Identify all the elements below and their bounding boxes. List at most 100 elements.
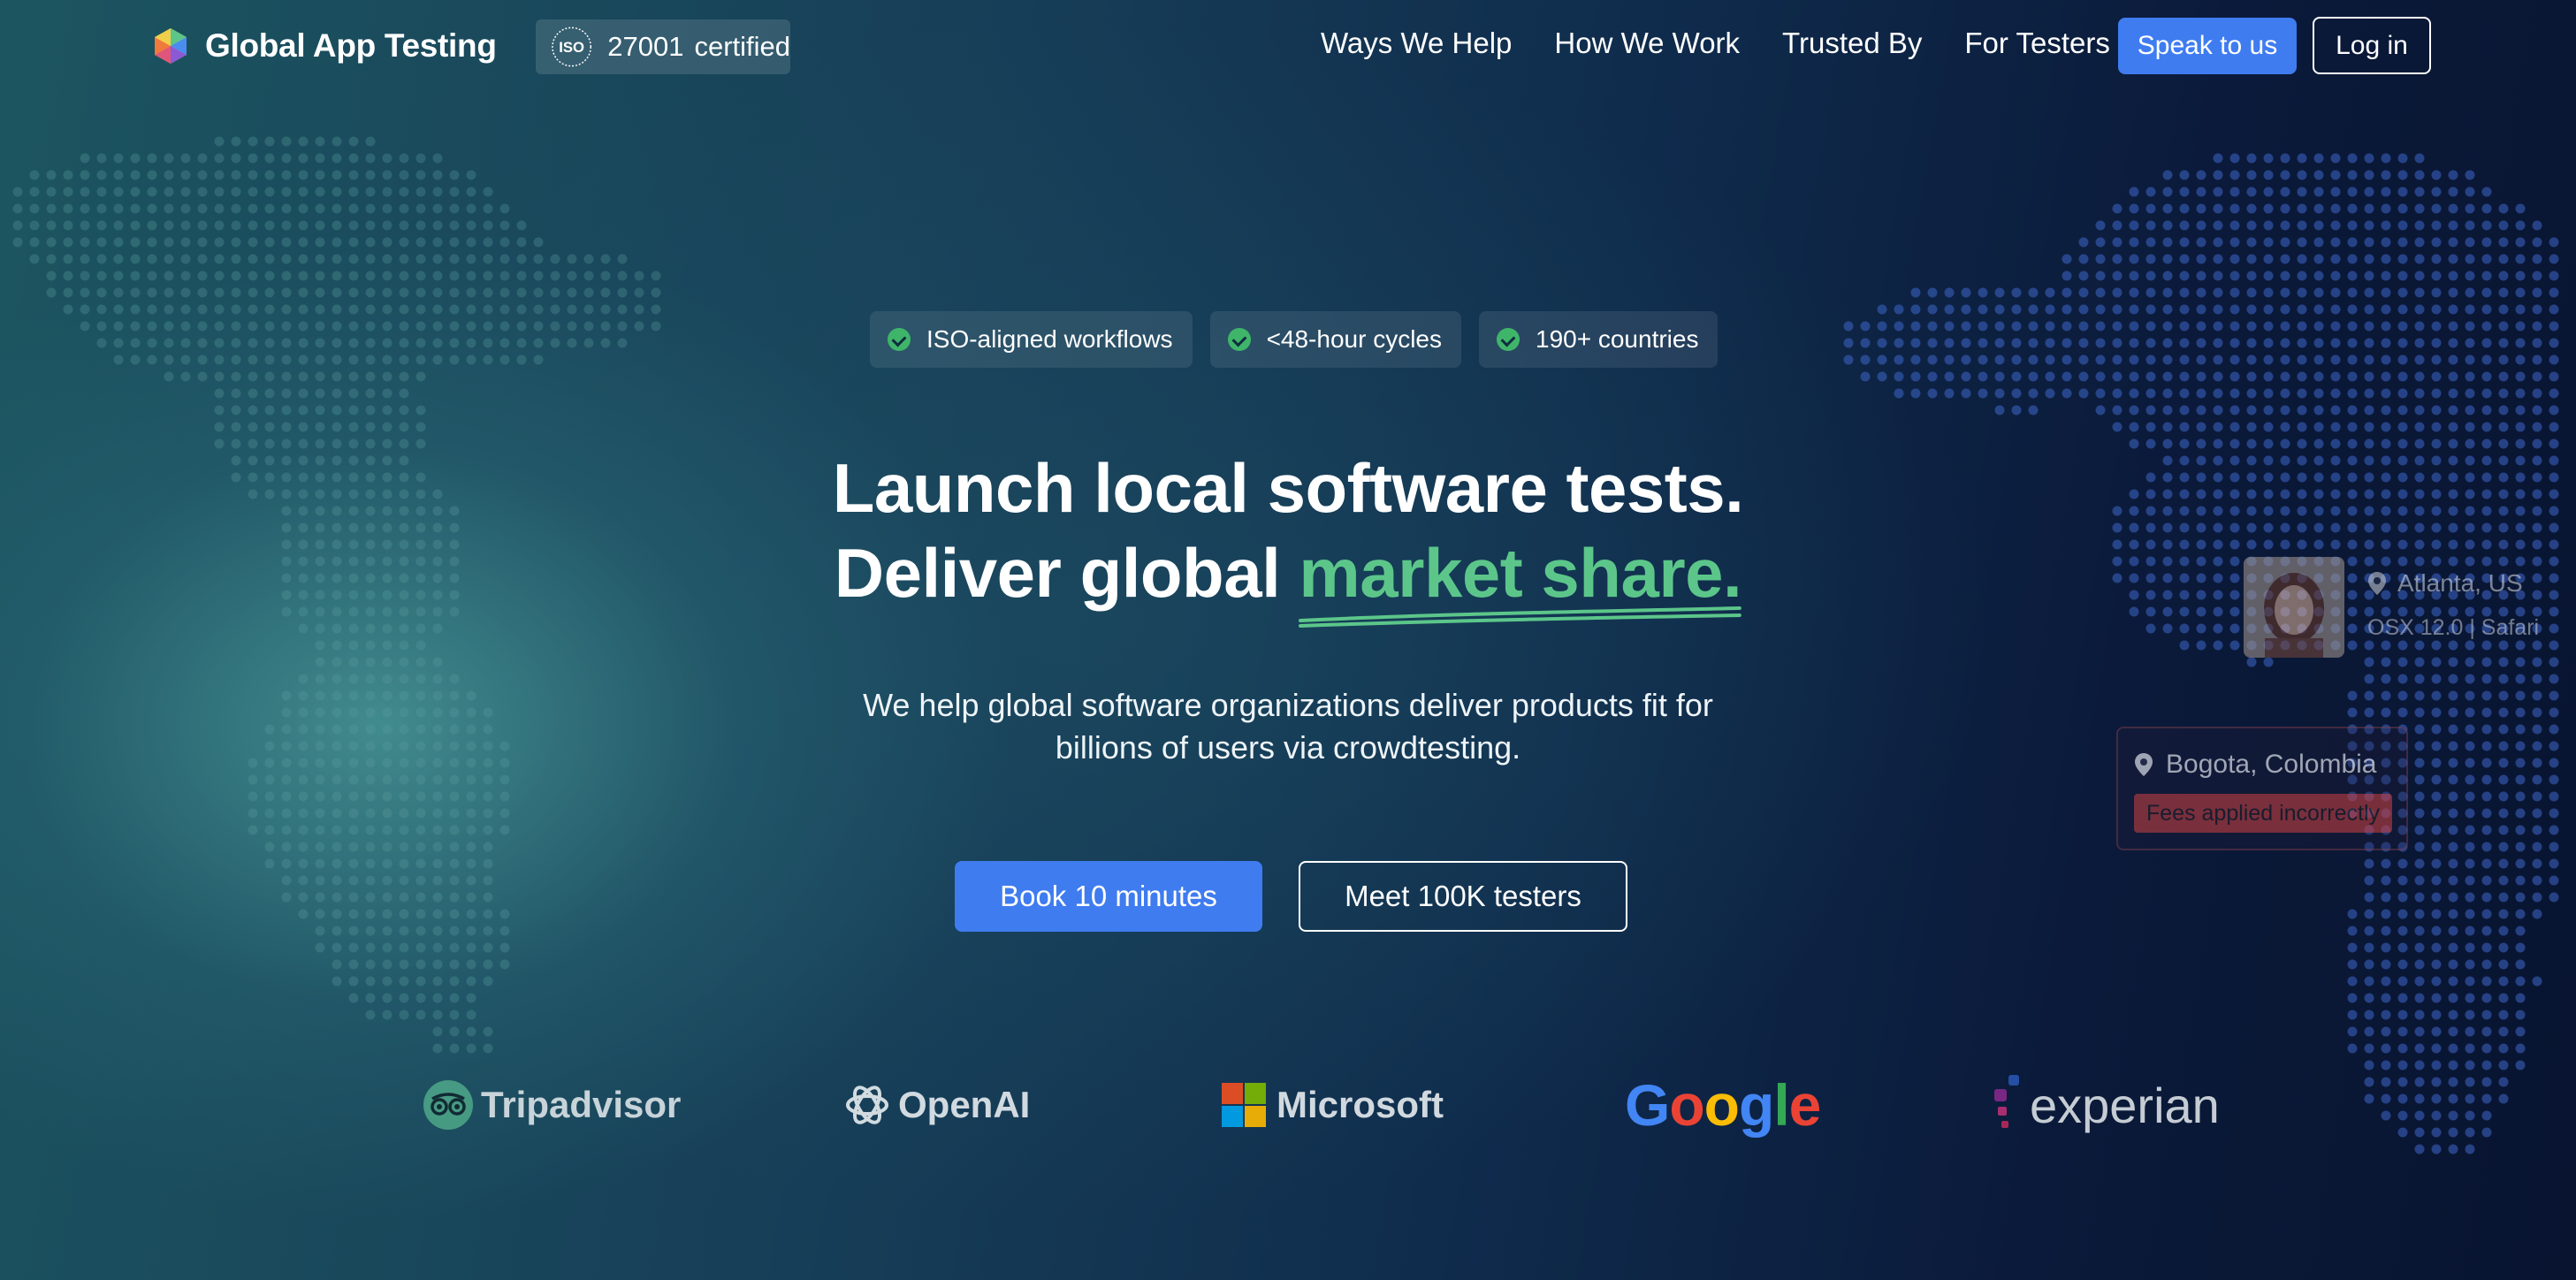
map-dot [432, 791, 443, 802]
map-dot [365, 1010, 376, 1020]
map-dot [432, 1043, 443, 1054]
map-dot [130, 304, 141, 315]
speak-to-us-button[interactable]: Speak to us [2118, 18, 2297, 74]
map-dot [365, 170, 376, 180]
map-dot [365, 254, 376, 264]
map-dot [2414, 254, 2425, 264]
map-dot [2414, 170, 2425, 180]
map-dot [2364, 187, 2374, 197]
map-dot [399, 506, 409, 516]
map-dot [1994, 354, 2005, 365]
map-dot [2397, 270, 2408, 281]
nav-link-ways-we-help[interactable]: Ways We Help [1321, 27, 1512, 65]
map-dot [231, 254, 241, 264]
map-dot [2414, 707, 2425, 718]
map-dot [2162, 606, 2173, 617]
map-dot [315, 640, 325, 651]
nav-link-trusted-by[interactable]: Trusted By [1782, 27, 1922, 65]
map-dot [2414, 539, 2425, 550]
map-dot [2448, 758, 2458, 768]
map-dot [2112, 371, 2123, 382]
map-dot [2431, 758, 2442, 768]
map-dot [483, 237, 493, 248]
map-dot [1944, 354, 1955, 365]
map-dot [2431, 875, 2442, 886]
map-dot [2532, 270, 2542, 281]
map-dot [399, 942, 409, 953]
map-dot [264, 153, 275, 164]
map-dot [2196, 287, 2206, 298]
map-dot [2313, 539, 2324, 550]
map-dot [197, 187, 208, 197]
map-dot [2448, 187, 2458, 197]
map-dot [2179, 371, 2190, 382]
map-dot [365, 623, 376, 634]
map-dot [2196, 371, 2206, 382]
map-dot [2431, 472, 2442, 483]
map-dot [2448, 926, 2458, 936]
map-dot [382, 758, 392, 768]
map-dot [2246, 287, 2257, 298]
iso-label: certified [694, 31, 790, 62]
map-dot [516, 304, 527, 315]
map-dot [2397, 354, 2408, 365]
map-dot [2431, 976, 2442, 987]
map-dot [2498, 741, 2509, 751]
map-dot [415, 321, 426, 331]
map-dot [2179, 455, 2190, 466]
map-dot [2263, 237, 2274, 248]
map-dot [2280, 371, 2290, 382]
map-dot [248, 354, 258, 365]
map-dot [382, 657, 392, 667]
map-dot [2481, 758, 2492, 768]
map-dot [399, 623, 409, 634]
map-dot [2162, 506, 2173, 516]
nav-link-for-testers[interactable]: For Testers [1964, 27, 2109, 65]
book-10-minutes-button[interactable]: Book 10 minutes [955, 861, 1262, 932]
login-button[interactable]: Log in [2313, 17, 2431, 74]
map-dot [2532, 506, 2542, 516]
map-dot [365, 354, 376, 365]
map-dot [2465, 539, 2475, 550]
map-dot [2145, 304, 2156, 315]
map-dot [533, 354, 544, 365]
map-dot [164, 220, 174, 231]
meet-testers-button[interactable]: Meet 100K testers [1299, 861, 1627, 932]
map-dot [2414, 304, 2425, 315]
map-dot [2129, 556, 2139, 567]
map-dot [2364, 959, 2374, 970]
map-dot [2364, 674, 2374, 684]
map-dot [2549, 489, 2559, 499]
map-dot [2397, 472, 2408, 483]
map-dot [2229, 640, 2240, 651]
map-dot [399, 338, 409, 348]
map-dot [449, 808, 460, 819]
feature-label: 190+ countries [1536, 325, 1699, 353]
map-dot [449, 842, 460, 852]
map-dot [2213, 405, 2223, 415]
map-dot [2196, 640, 2206, 651]
map-dot [2498, 825, 2509, 835]
map-dot [298, 371, 309, 382]
map-dot [2364, 455, 2374, 466]
map-dot [2549, 254, 2559, 264]
map-dot [2229, 455, 2240, 466]
map-dot [2213, 287, 2223, 298]
map-dot [2112, 237, 2123, 248]
map-dot [382, 270, 392, 281]
map-dot [2515, 371, 2526, 382]
map-dot [298, 472, 309, 483]
map-dot [2481, 388, 2492, 399]
map-dot [281, 522, 292, 533]
map-dot [130, 338, 141, 348]
nav-link-how-we-work[interactable]: How We Work [1554, 27, 1740, 65]
map-dot [617, 287, 628, 298]
map-dot [432, 842, 443, 852]
map-dot [2229, 304, 2240, 315]
map-dot [264, 455, 275, 466]
brand-logo[interactable]: Global App Testing [150, 25, 497, 67]
map-dot [315, 287, 325, 298]
map-dot [2549, 388, 2559, 399]
map-dot [2532, 707, 2542, 718]
map-dot [2179, 237, 2190, 248]
